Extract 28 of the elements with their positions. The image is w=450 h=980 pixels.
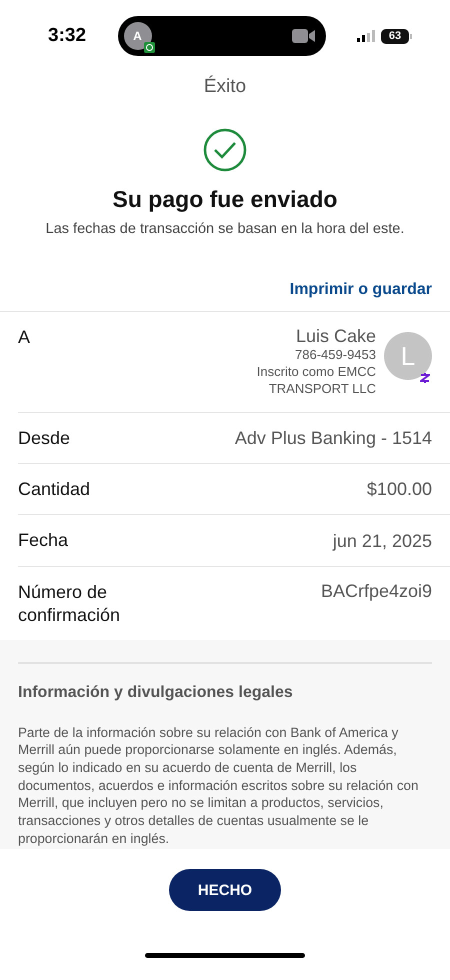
row-value: Adv Plus Banking - 1514 [234, 428, 432, 449]
caller-avatar: A [124, 22, 152, 50]
print-link[interactable]: Imprimir o guardar [290, 281, 432, 299]
row-label: A [18, 326, 30, 349]
legal-title: Información y divulgaciones legales [18, 684, 294, 702]
checkmark-icon [203, 128, 247, 172]
row-value: $100.00 [366, 479, 432, 500]
row-label: Número de confirmación [18, 580, 122, 628]
legal-text: Parte de la información sobre su relación con Bank of America y Merrill aún puede proporcionarse solamente en inglés. Además, según lo indicado en su acuerdo de cuenta de Merrill, los documentos, acuerdos e información escritos sobre su relación con Merrill, que incluyen pero no se limitan a productos, servicios, transacciones y otros detalles de cuentas usualmente se le proporcionarán en inglés. [18, 724, 420, 848]
signal-icon [357, 30, 375, 42]
success-heading: Su pago fue enviado [112, 186, 338, 213]
row-value: jun 21, 2025 [332, 530, 432, 552]
done-button[interactable]: HECHO [169, 869, 281, 912]
subtitle: Las fechas de transacción se basan en la hora del este. [44, 221, 406, 237]
row-label: Cantidad [18, 478, 90, 502]
page-title: Éxito [202, 76, 248, 98]
row-label: Desde [18, 426, 70, 450]
recipient-phone: 786-459-9453 [295, 347, 376, 364]
chat-icon [144, 42, 155, 53]
recipient-avatar: L [384, 332, 432, 380]
status-time: 3:32 [48, 25, 86, 47]
row-value: BACrfpe4zoi9 [320, 580, 432, 602]
recipient-enrollment: Inscrito como EMCC TRANSPORT LLC [256, 364, 376, 398]
row-label: Fecha [18, 529, 68, 552]
battery-icon: 63 [381, 28, 412, 44]
zelle-icon [420, 372, 430, 384]
recipient-name: Luis Cake [296, 326, 376, 347]
video-camera-icon [292, 28, 316, 44]
